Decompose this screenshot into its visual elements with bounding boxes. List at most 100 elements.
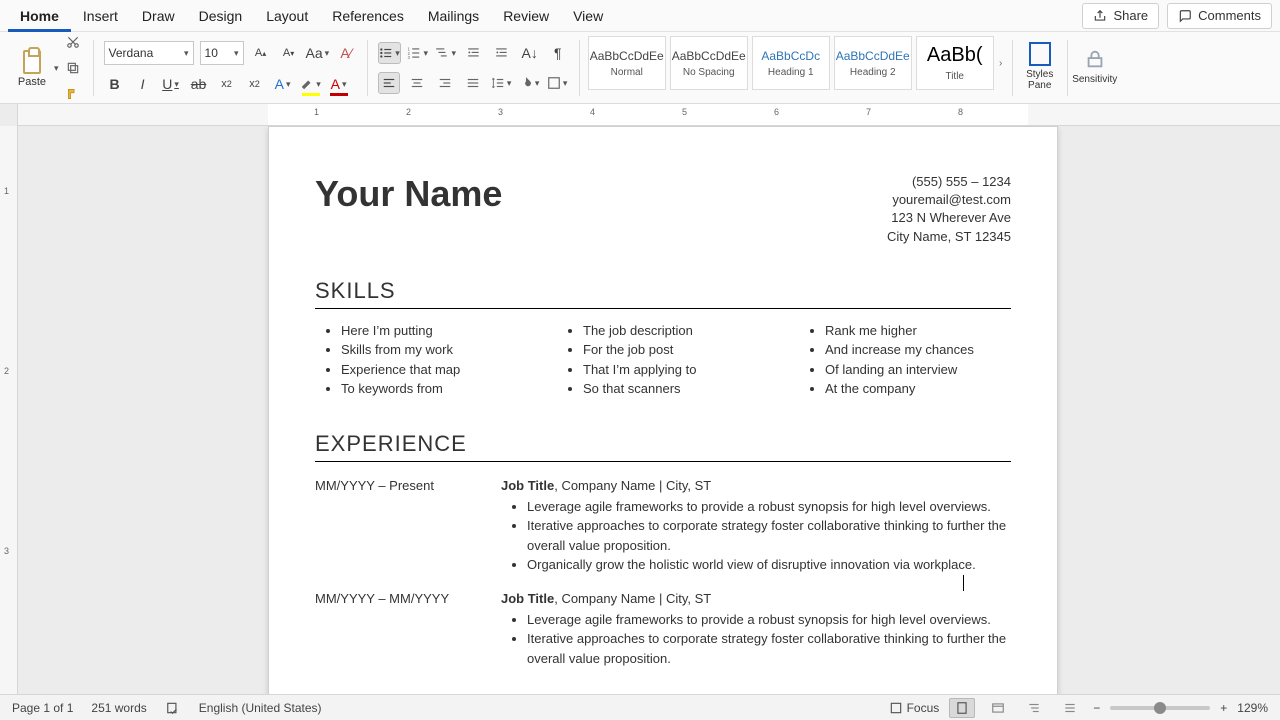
skills-columns[interactable]: Here I’m puttingSkills from my workExper… xyxy=(315,321,1011,399)
tab-draw[interactable]: Draw xyxy=(130,0,187,32)
word-count[interactable]: 251 words xyxy=(91,701,146,715)
format-painter-button[interactable] xyxy=(63,84,83,104)
zoom-level[interactable]: 129% xyxy=(1237,701,1268,715)
page[interactable]: Your Name (555) 555 – 1234 youremail@tes… xyxy=(268,126,1058,694)
copy-button[interactable] xyxy=(63,58,83,78)
exp-bullet[interactable]: Iterative approaches to corporate strate… xyxy=(527,629,1011,668)
tab-insert[interactable]: Insert xyxy=(71,0,130,32)
comments-button[interactable]: Comments xyxy=(1167,3,1272,29)
sensitivity-button[interactable]: Sensitivity xyxy=(1072,36,1118,96)
skill-item[interactable]: For the job post xyxy=(583,340,769,360)
experience-header[interactable]: EXPERIENCE xyxy=(315,431,1011,462)
zoom-in-button[interactable]: + xyxy=(1220,701,1227,715)
job-line[interactable]: Job Title, Company Name | City, ST xyxy=(501,591,1011,606)
zoom-slider[interactable] xyxy=(1110,706,1210,710)
exp-bullet[interactable]: Leverage agile frameworks to provide a r… xyxy=(527,497,1011,517)
exp-bullet[interactable]: Organically grow the holistic world view… xyxy=(527,555,1011,575)
exp-dates[interactable]: MM/YYYY – Present xyxy=(315,478,501,575)
web-layout-view-button[interactable] xyxy=(985,698,1011,718)
horizontal-ruler[interactable]: 12345678 xyxy=(0,104,1280,126)
tab-layout[interactable]: Layout xyxy=(254,0,320,32)
job-line[interactable]: Job Title, Company Name | City, ST xyxy=(501,478,1011,493)
canvas[interactable]: Your Name (555) 555 – 1234 youremail@tes… xyxy=(18,126,1280,694)
subscript-button[interactable]: x2 xyxy=(216,73,238,95)
font-color-button[interactable]: A▾ xyxy=(328,73,350,95)
tab-references[interactable]: References xyxy=(320,0,416,32)
experience-entry[interactable]: MM/YYYY – MM/YYYYJob Title, Company Name… xyxy=(315,591,1011,669)
vertical-ruler[interactable]: 123 xyxy=(0,126,18,694)
tab-design[interactable]: Design xyxy=(187,0,255,32)
decrease-indent-button[interactable] xyxy=(463,42,485,64)
skill-item[interactable]: So that scanners xyxy=(583,379,769,399)
contact-block[interactable]: (555) 555 – 1234 youremail@test.com 123 … xyxy=(887,173,1011,246)
exp-bullet[interactable]: Leverage agile frameworks to provide a r… xyxy=(527,610,1011,630)
style-heading-1[interactable]: AaBbCcDcHeading 1 xyxy=(752,36,830,90)
increase-indent-button[interactable] xyxy=(491,42,513,64)
clear-formatting-button[interactable]: A⁄ xyxy=(335,42,357,64)
tab-view[interactable]: View xyxy=(561,0,615,32)
superscript-button[interactable]: x2 xyxy=(244,73,266,95)
style-no-spacing[interactable]: AaBbCcDdEeNo Spacing xyxy=(670,36,748,90)
outline-view-button[interactable] xyxy=(1021,698,1047,718)
cut-button[interactable] xyxy=(63,32,83,52)
align-center-button[interactable] xyxy=(406,72,428,94)
skill-item[interactable]: The job description xyxy=(583,321,769,341)
numbering-button[interactable]: 123▾ xyxy=(407,42,429,64)
style-title[interactable]: AaBb(Title xyxy=(916,36,994,90)
experience-entry[interactable]: MM/YYYY – PresentJob Title, Company Name… xyxy=(315,478,1011,575)
tab-home[interactable]: Home xyxy=(8,0,71,32)
grow-font-button[interactable]: A▴ xyxy=(250,42,272,64)
skill-item[interactable]: Of landing an interview xyxy=(825,360,1011,380)
style-heading-2[interactable]: AaBbCcDdEeHeading 2 xyxy=(834,36,912,90)
skill-item[interactable]: And increase my chances xyxy=(825,340,1011,360)
font-size-select[interactable]: 10▾ xyxy=(200,41,244,65)
show-marks-button[interactable]: ¶ xyxy=(547,42,569,64)
spell-check-icon[interactable] xyxy=(165,701,181,715)
underline-button[interactable]: U▾ xyxy=(160,73,182,95)
font-name-select[interactable]: Verdana▾ xyxy=(104,41,194,65)
zoom-out-button[interactable]: − xyxy=(1093,701,1100,715)
skill-item[interactable]: Skills from my work xyxy=(341,340,527,360)
gallery-more-button[interactable]: › xyxy=(994,36,1008,90)
italic-button[interactable]: I xyxy=(132,73,154,95)
multilevel-list-button[interactable]: ▾ xyxy=(435,42,457,64)
highlight-button[interactable]: ▾ xyxy=(300,73,322,95)
skills-header[interactable]: SKILLS xyxy=(315,278,1011,309)
skills-column[interactable]: The job descriptionFor the job postThat … xyxy=(557,321,769,399)
align-right-button[interactable] xyxy=(434,72,456,94)
styles-pane-button[interactable]: Styles Pane xyxy=(1017,36,1063,96)
strikethrough-button[interactable]: ab xyxy=(188,73,210,95)
skill-item[interactable]: Here I’m putting xyxy=(341,321,527,341)
tab-review[interactable]: Review xyxy=(491,0,561,32)
borders-button[interactable]: ▾ xyxy=(546,72,568,94)
change-case-button[interactable]: Aa▾ xyxy=(306,42,330,64)
style-normal[interactable]: AaBbCcDdEeNormal xyxy=(588,36,666,90)
line-spacing-button[interactable]: ▾ xyxy=(490,72,512,94)
skill-item[interactable]: Experience that map xyxy=(341,360,527,380)
draft-view-button[interactable] xyxy=(1057,698,1083,718)
paste-button[interactable]: Paste xyxy=(12,38,52,98)
bullets-button[interactable]: ▾ xyxy=(378,42,401,64)
align-left-button[interactable] xyxy=(378,72,400,94)
sort-button[interactable]: A↓ xyxy=(519,42,541,64)
skills-column[interactable]: Here I’m puttingSkills from my workExper… xyxy=(315,321,527,399)
skill-item[interactable]: That I’m applying to xyxy=(583,360,769,380)
skill-item[interactable]: Rank me higher xyxy=(825,321,1011,341)
page-indicator[interactable]: Page 1 of 1 xyxy=(12,701,73,715)
align-justify-button[interactable] xyxy=(462,72,484,94)
focus-mode-button[interactable]: Focus xyxy=(889,701,940,715)
exp-dates[interactable]: MM/YYYY – MM/YYYY xyxy=(315,591,501,669)
text-effects-button[interactable]: A▾ xyxy=(272,73,294,95)
skill-item[interactable]: At the company xyxy=(825,379,1011,399)
shading-button[interactable]: ▾ xyxy=(518,72,540,94)
skills-column[interactable]: Rank me higherAnd increase my chancesOf … xyxy=(799,321,1011,399)
doc-name[interactable]: Your Name xyxy=(315,173,502,215)
print-layout-view-button[interactable] xyxy=(949,698,975,718)
tab-mailings[interactable]: Mailings xyxy=(416,0,491,32)
shrink-font-button[interactable]: A▾ xyxy=(278,42,300,64)
share-button[interactable]: Share xyxy=(1082,3,1159,29)
exp-bullet[interactable]: Iterative approaches to corporate strate… xyxy=(527,516,1011,555)
skill-item[interactable]: To keywords from xyxy=(341,379,527,399)
bold-button[interactable]: B xyxy=(104,73,126,95)
language-indicator[interactable]: English (United States) xyxy=(199,701,322,715)
